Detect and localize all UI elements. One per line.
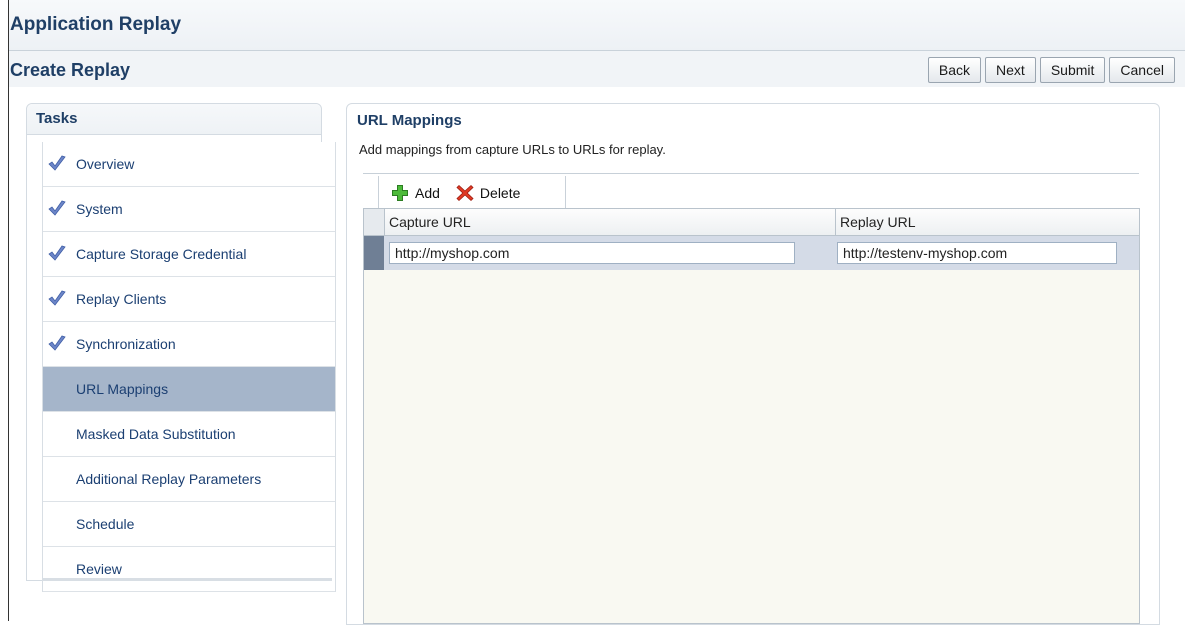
- task-label: Capture Storage Credential: [76, 246, 247, 262]
- task-item-overview[interactable]: Overview: [43, 142, 335, 187]
- add-label: Add: [415, 184, 440, 201]
- section-description: Add mappings from capture URLs to URLs f…: [359, 142, 666, 157]
- column-header-capture-url[interactable]: Capture URL: [385, 209, 836, 235]
- page-header: Create Replay Back Next Submit Cancel: [9, 50, 1185, 87]
- task-item-capture-storage-credential[interactable]: Capture Storage Credential: [43, 232, 335, 277]
- delete-button[interactable]: Delete: [456, 184, 520, 202]
- train-buttons: Back Next Submit Cancel: [927, 57, 1175, 83]
- task-item-synchronization[interactable]: Synchronization: [43, 322, 335, 367]
- task-label: Synchronization: [76, 336, 176, 352]
- window-edge: [0, 0, 8, 621]
- task-label: System: [76, 201, 123, 217]
- column-header-replay-url[interactable]: Replay URL: [836, 209, 1139, 235]
- table-header: Capture URL Replay URL: [364, 209, 1139, 236]
- table-corner: [364, 209, 385, 235]
- tasks-title: Tasks: [36, 110, 78, 127]
- add-button[interactable]: Add: [391, 184, 440, 202]
- task-label: Replay Clients: [76, 291, 167, 307]
- tasks-header: Tasks: [27, 104, 321, 135]
- task-item-system[interactable]: System: [43, 187, 335, 232]
- checkmark-icon: [48, 245, 66, 261]
- delete-x-icon: [456, 184, 474, 201]
- app-header: Application Replay: [9, 0, 1185, 50]
- task-label: Review: [76, 561, 122, 577]
- task-list: Overview System Capture Storage Credenti…: [42, 142, 336, 592]
- replay-url-input[interactable]: http://testenv-myshop.com: [837, 242, 1117, 264]
- task-item-url-mappings[interactable]: URL Mappings: [43, 367, 335, 412]
- tasks-panel: Tasks Overview System Capture Storage Cr…: [26, 103, 336, 592]
- checkmark-icon: [48, 200, 66, 216]
- capture-url-input[interactable]: http://myshop.com: [389, 242, 795, 264]
- plus-icon: [392, 184, 408, 201]
- url-mappings-table: Capture URL Replay URL http://myshop.com…: [363, 208, 1140, 624]
- checkmark-icon: [48, 290, 66, 306]
- row-selector[interactable]: [364, 236, 384, 270]
- task-label: Additional Replay Parameters: [76, 471, 262, 487]
- window-border: [8, 0, 9, 621]
- task-label: Schedule: [76, 516, 135, 532]
- url-mappings-panel: URL Mappings Add mappings from capture U…: [346, 103, 1160, 625]
- back-button[interactable]: Back: [927, 57, 982, 83]
- task-item-additional-replay-parameters[interactable]: Additional Replay Parameters: [43, 457, 335, 502]
- task-item-masked-data-substitution[interactable]: Masked Data Substitution: [43, 412, 335, 457]
- tasks-footer: [42, 578, 332, 581]
- task-item-replay-clients[interactable]: Replay Clients: [43, 277, 335, 322]
- task-label: URL Mappings: [76, 381, 169, 397]
- delete-label: Delete: [479, 184, 521, 201]
- section-title: URL Mappings: [357, 112, 462, 129]
- app-title: Application Replay: [10, 14, 182, 35]
- task-item-review[interactable]: Review: [43, 547, 335, 592]
- submit-button[interactable]: Submit: [1039, 57, 1106, 83]
- checkmark-icon: [48, 335, 66, 351]
- page-title: Create Replay: [10, 60, 131, 80]
- next-button[interactable]: Next: [985, 57, 1036, 83]
- task-label: Masked Data Substitution: [76, 426, 236, 442]
- divider: [363, 173, 1139, 174]
- task-item-schedule[interactable]: Schedule: [43, 502, 335, 547]
- cancel-button[interactable]: Cancel: [1109, 57, 1175, 83]
- table-row[interactable]: http://myshop.com http://testenv-myshop.…: [364, 236, 1139, 270]
- checkmark-icon: [48, 155, 66, 171]
- table-toolbar: Add Delete: [378, 176, 566, 209]
- task-label: Overview: [76, 156, 135, 172]
